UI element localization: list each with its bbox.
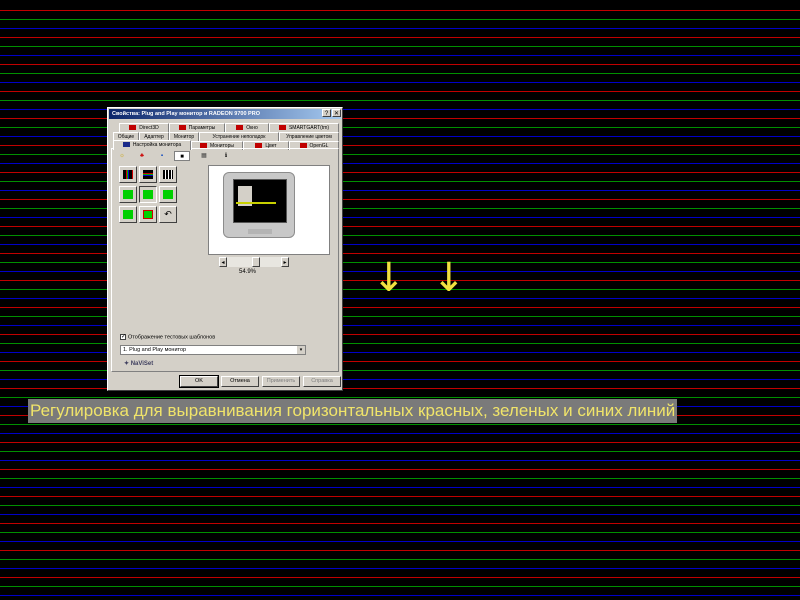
help-button[interactable]: ? — [322, 109, 331, 117]
test-line — [0, 523, 800, 524]
monitor-select-value: 1. Plug and Play монитор — [123, 347, 187, 353]
test-line — [0, 82, 800, 83]
test-line — [0, 487, 800, 488]
disabled-pattern-button[interactable] — [139, 206, 157, 223]
tab-parameters[interactable]: Параметры — [169, 123, 225, 132]
tab-row-1: Direct3D Параметры Окно SMARTGART(tm) — [111, 123, 339, 132]
sun-icon[interactable]: ☼ — [114, 151, 130, 161]
test-line — [0, 478, 800, 479]
chevron-down-icon[interactable]: ▾ — [297, 346, 305, 354]
test-line — [0, 73, 800, 74]
green-fill-button-3[interactable] — [159, 186, 177, 203]
down-arrow-icon: ↓ — [372, 255, 406, 301]
monitor-image — [223, 172, 295, 238]
test-line — [0, 505, 800, 506]
monitor-screen — [233, 179, 287, 223]
test-line — [0, 55, 800, 56]
position-slider[interactable]: ◂ ▸ — [219, 257, 289, 267]
green-fill-button-1[interactable] — [119, 186, 137, 203]
slider-left-arrow[interactable]: ◂ — [219, 257, 227, 267]
pattern-icon[interactable]: ▦ — [196, 151, 212, 161]
tab-troubleshoot[interactable]: Устранение неполадок — [199, 132, 279, 141]
test-line — [0, 514, 800, 515]
monitor-setup-panel: ☼ ♣ ▪ ■ ▦ ℹ ↶ ◂ ▸ 54.9% ✓ Отображение те… — [111, 148, 339, 372]
ati-icon — [178, 125, 186, 131]
ati-icon — [129, 125, 137, 131]
test-line — [0, 541, 800, 542]
dialog-title: Свойства: Plug and Play монитор и RADEON… — [112, 111, 260, 117]
test-line — [0, 460, 800, 461]
green-fill-button-4[interactable] — [119, 206, 137, 223]
tab-monitor-setup[interactable]: Настройка монитора — [113, 140, 191, 150]
test-line — [0, 100, 800, 101]
pattern-button-grid: ↶ — [119, 166, 179, 226]
down-arrow-icon: ↓ — [432, 255, 466, 301]
test-patterns-label: Отображение тестовых шаблонов — [128, 334, 216, 341]
test-line — [0, 37, 800, 38]
slider-value: 54.9% — [239, 269, 257, 275]
vertical-bars-button[interactable] — [119, 166, 137, 183]
test-patterns-checkbox[interactable]: ✓ — [120, 334, 126, 340]
ok-button[interactable]: OK — [179, 375, 219, 388]
test-line — [0, 496, 800, 497]
info-icon[interactable]: ℹ — [218, 151, 234, 161]
panel-toolbar: ☼ ♣ ▪ ■ ▦ ℹ — [114, 151, 234, 161]
test-line — [0, 433, 800, 434]
test-line — [0, 91, 800, 92]
horizontal-lines-button[interactable] — [139, 166, 157, 183]
mini-caption-bar — [236, 202, 276, 204]
monitor-icon — [122, 142, 130, 148]
test-patterns-checkbox-row[interactable]: ✓ Отображение тестовых шаблонов — [120, 334, 215, 340]
test-line — [0, 28, 800, 29]
naviset-logo-text: NaViSet — [130, 361, 154, 367]
naviset-logo: ✦ NaViSet — [124, 361, 154, 367]
test-line — [0, 46, 800, 47]
test-line — [0, 532, 800, 533]
test-line — [0, 586, 800, 587]
cancel-button[interactable]: Отмена — [221, 376, 259, 387]
ati-icon — [278, 125, 286, 131]
tab-smartgart[interactable]: SMARTGART(tm) — [269, 123, 339, 132]
grid-icon[interactable]: ▪ — [154, 151, 170, 161]
close-button[interactable]: ✕ — [332, 109, 341, 117]
grid-pattern-button[interactable] — [159, 166, 177, 183]
test-line — [0, 442, 800, 443]
test-line — [0, 424, 800, 425]
tab-window[interactable]: Окно — [225, 123, 269, 132]
slider-thumb[interactable] — [252, 257, 261, 267]
monitor-select[interactable]: 1. Plug and Play монитор ▾ — [120, 345, 306, 355]
dialog-titlebar: Свойства: Plug and Play монитор и RADEON… — [109, 109, 341, 119]
undo-icon[interactable]: ↶ — [159, 206, 177, 223]
caption-text: Регулировка для выравнивания горизонталь… — [28, 399, 678, 423]
apply-button[interactable]: Применить — [262, 376, 300, 387]
green-fill-button-2[interactable] — [139, 186, 157, 203]
test-line — [0, 577, 800, 578]
help-dialog-button[interactable]: Справка — [303, 376, 341, 387]
slider-right-arrow[interactable]: ▸ — [281, 257, 289, 267]
test-line — [0, 19, 800, 20]
test-line — [0, 397, 800, 398]
tab-direct3d[interactable]: Direct3D — [119, 123, 169, 132]
monitor-stand — [248, 229, 272, 234]
color-icon[interactable]: ♣ — [134, 151, 150, 161]
test-line — [0, 451, 800, 452]
display-properties-dialog: Свойства: Plug and Play монитор и RADEON… — [107, 107, 343, 391]
test-line — [0, 469, 800, 470]
test-line — [0, 10, 800, 11]
test-line — [0, 595, 800, 596]
ati-icon — [236, 125, 244, 131]
test-line — [0, 550, 800, 551]
test-line — [0, 559, 800, 560]
test-line — [0, 568, 800, 569]
test-line — [0, 64, 800, 65]
monitor-test-icon[interactable]: ■ — [174, 151, 190, 161]
tab-color-management[interactable]: Управление цветом — [279, 132, 339, 141]
monitor-preview — [208, 165, 330, 255]
